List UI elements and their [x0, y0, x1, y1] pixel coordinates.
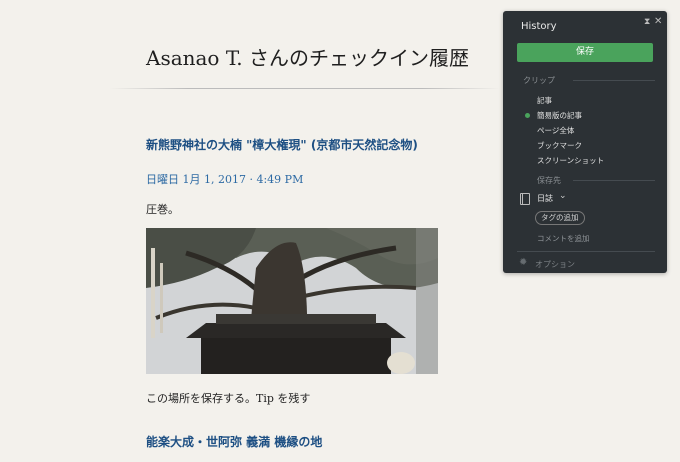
- close-icon[interactable]: ✕: [654, 16, 662, 27]
- gear-icon[interactable]: ✹: [519, 257, 527, 268]
- options-link[interactable]: オプション: [535, 259, 575, 270]
- post-date-link[interactable]: 日曜日 1月 1, 2017 · 4:49 PM: [146, 171, 303, 187]
- clip-section-divider: [573, 80, 655, 81]
- selected-indicator: [525, 113, 530, 118]
- save-to-divider: [573, 180, 655, 181]
- add-comment-link[interactable]: コメントを追加: [537, 233, 590, 244]
- post-title-link[interactable]: 新熊野神社の大楠 "樟大権現" (京都市天然記念物): [146, 136, 418, 153]
- post-actions-text[interactable]: この場所を保存する。Tip を残す: [146, 390, 310, 406]
- clip-option-full-page[interactable]: ページ全体: [537, 125, 574, 136]
- shrine-tree-image: [146, 228, 438, 374]
- chevron-down-icon[interactable]: ⌄: [559, 191, 567, 201]
- checkin-photo[interactable]: [146, 228, 438, 374]
- clip-option-screenshot[interactable]: スクリーンショット: [537, 155, 604, 166]
- page-title: Asanao T. さんのチェックイン履歴: [146, 46, 469, 70]
- post2-title-link[interactable]: 能楽大成・世阿弥 義満 機縁の地: [146, 433, 322, 450]
- clip-section-label: クリップ: [523, 76, 555, 85]
- title-divider: [110, 88, 500, 89]
- options-divider: [517, 251, 655, 252]
- post-text: 圧巻。: [146, 203, 179, 216]
- save-to-label: 保存先: [537, 176, 561, 185]
- notebook-select[interactable]: 日誌: [537, 193, 553, 204]
- pin-icon[interactable]: ⧗: [644, 17, 650, 27]
- add-tag-button[interactable]: タグの追加: [535, 211, 585, 225]
- clipper-brand: History: [521, 21, 557, 32]
- clip-option-article[interactable]: 記事: [537, 95, 552, 106]
- web-clipper-panel: History ⧗ ✕ 保存 クリップ 記事 簡易版の記事 ページ全体 ブックマ…: [503, 11, 667, 273]
- notebook-icon: [520, 193, 530, 205]
- clip-option-bookmark[interactable]: ブックマーク: [537, 140, 582, 151]
- save-button[interactable]: 保存: [517, 43, 653, 62]
- clip-option-simplified[interactable]: 簡易版の記事: [537, 110, 582, 121]
